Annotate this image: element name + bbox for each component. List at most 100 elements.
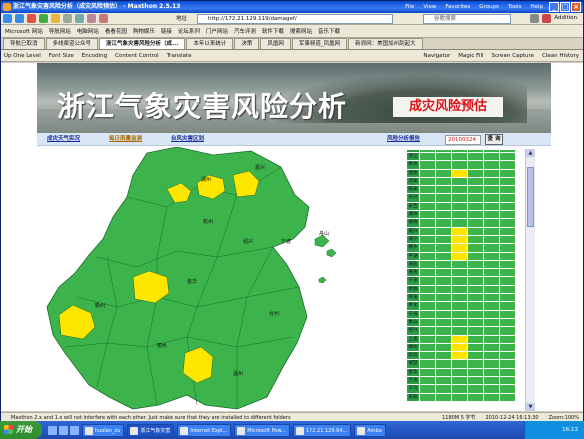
grid-cell-low-risk[interactable] — [500, 153, 516, 162]
date-input[interactable]: 20100324 — [445, 135, 481, 145]
grid-cell-low-risk[interactable] — [484, 285, 500, 295]
grid-cell-low-risk[interactable] — [452, 219, 468, 228]
favorite-item[interactable]: 论坛系列 — [176, 27, 202, 35]
grid-cell-low-risk[interactable] — [436, 327, 452, 336]
grid-cell-low-risk[interactable] — [420, 153, 436, 162]
tools-icon[interactable] — [530, 14, 540, 23]
grid-cell-low-risk[interactable] — [420, 343, 436, 353]
grid-cell-low-risk[interactable] — [452, 327, 468, 336]
grid-cell-low-risk[interactable] — [436, 285, 452, 295]
grid-cell-high-risk[interactable] — [452, 335, 468, 344]
grid-cell-low-risk[interactable] — [468, 335, 484, 344]
addition-label[interactable]: Addition — [554, 14, 577, 23]
grid-cell-low-risk[interactable] — [500, 186, 516, 195]
grid-cell-low-risk[interactable] — [452, 153, 468, 162]
grid-cell-low-risk[interactable] — [452, 194, 468, 203]
grid-cell-low-risk[interactable] — [468, 252, 484, 261]
grid-cell-low-risk[interactable] — [452, 285, 468, 295]
encoding-button[interactable]: Encoding — [82, 53, 107, 59]
menu-view[interactable]: View — [423, 1, 436, 13]
grid-cell-low-risk[interactable] — [452, 269, 468, 278]
grid-cell-low-risk[interactable] — [500, 269, 516, 278]
grid-cell-low-risk[interactable] — [468, 202, 484, 212]
translate-button[interactable]: Translate — [167, 53, 192, 59]
grid-cell-low-risk[interactable] — [452, 277, 468, 286]
taskbar-item[interactable]: 172.21.129.64... — [292, 423, 352, 437]
grid-cell-low-risk[interactable] — [468, 318, 484, 328]
grid-cell-low-risk[interactable] — [468, 285, 484, 295]
grid-cell-low-risk[interactable] — [500, 368, 516, 378]
grid-cell-low-risk[interactable] — [484, 211, 500, 220]
grid-cell-low-risk[interactable] — [500, 252, 516, 261]
grid-cell-low-risk[interactable] — [436, 194, 452, 203]
grid-cell-low-risk[interactable] — [500, 277, 516, 286]
grid-cell-low-risk[interactable] — [500, 294, 516, 303]
favorite-item[interactable]: 导航网站 — [47, 27, 73, 35]
grid-cell-low-risk[interactable] — [500, 352, 516, 361]
scroll-up-icon[interactable]: ▲ — [526, 149, 535, 157]
grid-cell-low-risk[interactable] — [484, 393, 500, 402]
grid-cell-low-risk[interactable] — [452, 385, 468, 394]
grid-cell-high-risk[interactable] — [452, 252, 468, 261]
grid-cell-low-risk[interactable] — [420, 385, 436, 394]
grid-cell-low-risk[interactable] — [500, 161, 516, 170]
grid-cell-low-risk[interactable] — [420, 360, 436, 369]
favorite-item[interactable]: 购物娱乐 — [131, 27, 157, 35]
grid-cell-low-risk[interactable] — [484, 169, 500, 178]
grid-cell-low-risk[interactable] — [452, 368, 468, 378]
grid-cell-low-risk[interactable] — [500, 285, 516, 295]
grid-cell-low-risk[interactable] — [484, 235, 500, 245]
nav-link-report[interactable]: 风险分析报告 — [387, 133, 420, 146]
tab[interactable]: 本年以来统计 — [186, 38, 234, 49]
grid-cell-high-risk[interactable] — [452, 352, 468, 361]
menu-tools[interactable]: Tools — [508, 1, 522, 13]
grid-cell-low-risk[interactable] — [500, 393, 516, 402]
grid-cell-low-risk[interactable] — [500, 360, 516, 369]
grid-cell-low-risk[interactable] — [484, 161, 500, 170]
nav-link-rainfall[interactable]: 每日雨量监测 — [109, 133, 142, 146]
start-button[interactable]: 开始 — [0, 421, 42, 439]
taskbar-item[interactable]: Amba — [354, 423, 386, 437]
favorite-item[interactable]: 看看花园 — [103, 27, 129, 35]
grid-cell-low-risk[interactable] — [452, 211, 468, 220]
grid-cell-low-risk[interactable] — [436, 211, 452, 220]
grid-cell-low-risk[interactable] — [436, 294, 452, 303]
grid-cell-low-risk[interactable] — [420, 227, 436, 236]
tab-active[interactable]: 浙江气象灾害风险分析（成... — [99, 38, 186, 49]
mail-icon[interactable] — [99, 14, 108, 23]
grid-cell-low-risk[interactable] — [420, 161, 436, 170]
grid-cell-low-risk[interactable] — [436, 244, 452, 253]
grid-cell-low-risk[interactable] — [436, 202, 452, 212]
grid-cell-low-risk[interactable] — [468, 393, 484, 402]
grid-cell-low-risk[interactable] — [468, 211, 484, 220]
grid-cell-low-risk[interactable] — [436, 186, 452, 195]
query-button[interactable]: 查 询 — [485, 134, 503, 145]
grid-cell-low-risk[interactable] — [420, 327, 436, 336]
grid-cell-low-risk[interactable] — [420, 244, 436, 253]
grid-cell-high-risk[interactable] — [452, 235, 468, 245]
grid-cell-low-risk[interactable] — [420, 269, 436, 278]
grid-cell-low-risk[interactable] — [468, 244, 484, 253]
grid-cell-low-risk[interactable] — [484, 368, 500, 378]
grid-cell-low-risk[interactable] — [420, 368, 436, 378]
grid-cell-low-risk[interactable] — [468, 343, 484, 353]
grid-cell-low-risk[interactable] — [420, 202, 436, 212]
grid-cell-low-risk[interactable] — [420, 252, 436, 261]
nav-link-weather[interactable]: 成灾天气实况 — [47, 133, 80, 146]
grid-cell-low-risk[interactable] — [420, 235, 436, 245]
grid-cell-low-risk[interactable] — [420, 335, 436, 344]
grid-cell-low-risk[interactable] — [452, 360, 468, 369]
grid-cell-low-risk[interactable] — [436, 360, 452, 369]
favorite-item[interactable]: Microsoft 网站 — [3, 27, 45, 35]
grid-cell-low-risk[interactable] — [484, 153, 500, 162]
nav-link-typhoon[interactable]: 台风灾害区划 — [171, 133, 204, 146]
grid-cell-low-risk[interactable] — [420, 285, 436, 295]
refresh-icon[interactable] — [39, 14, 48, 23]
grid-cell-low-risk[interactable] — [468, 377, 484, 386]
grid-cell-low-risk[interactable] — [484, 343, 500, 353]
grid-cell-low-risk[interactable] — [436, 318, 452, 328]
grid-cell-low-risk[interactable] — [484, 177, 500, 187]
grid-cell-low-risk[interactable] — [500, 211, 516, 220]
grid-cell-low-risk[interactable] — [420, 352, 436, 361]
grid-cell-low-risk[interactable] — [500, 318, 516, 328]
